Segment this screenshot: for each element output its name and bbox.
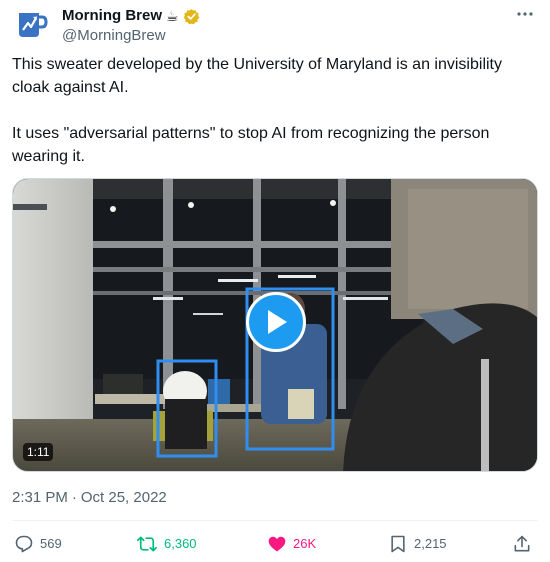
video-player[interactable]: 1:11 — [12, 178, 538, 472]
timestamp-separator: · — [71, 489, 77, 506]
tweet-text: This sweater developed by the University… — [12, 53, 532, 168]
gold-verified-badge-icon — [183, 8, 199, 24]
reply-count: 569 — [40, 536, 62, 551]
heart-filled-icon — [268, 536, 286, 552]
divider — [12, 520, 538, 521]
retweet-button[interactable]: 6,360 — [136, 532, 197, 556]
author-name-row[interactable]: Morning Brew ☕ — [62, 6, 200, 26]
tweet-header: Morning Brew ☕ @MorningBrew — [12, 4, 538, 48]
more-options-button[interactable] — [514, 4, 536, 24]
avatar[interactable] — [12, 4, 52, 44]
share-icon — [514, 535, 530, 552]
retweet-icon — [137, 536, 157, 552]
like-button[interactable]: 26K — [267, 532, 316, 556]
retweet-count: 6,360 — [164, 536, 197, 551]
author-display-name[interactable]: Morning Brew — [62, 6, 162, 26]
bookmark-icon — [391, 535, 405, 553]
tweet-timestamp[interactable]: 2:31 PM · Oct 25, 2022 — [12, 488, 167, 508]
tweet-paragraph: This sweater developed by the University… — [12, 56, 502, 96]
timestamp-time[interactable]: 2:31 PM — [12, 489, 68, 506]
like-count: 26K — [293, 536, 317, 551]
timestamp-date[interactable]: Oct 25, 2022 — [81, 489, 167, 506]
more-dots-icon — [517, 12, 533, 16]
reply-icon — [15, 535, 33, 553]
bookmark-button[interactable]: 2,215 — [388, 532, 447, 556]
tweet-paragraph: It uses "adversarial patterns" to stop A… — [12, 125, 490, 165]
play-button[interactable] — [246, 292, 306, 352]
action-bar: 569 6,360 26K 2,215 — [12, 532, 538, 556]
morning-brew-mug-logo-icon — [19, 13, 48, 37]
video-duration-badge: 1:11 — [23, 443, 54, 461]
coffee-emoji: ☕ — [166, 8, 179, 24]
reply-button[interactable]: 569 — [14, 532, 62, 556]
share-button[interactable] — [512, 532, 532, 556]
author-handle[interactable]: @MorningBrew — [62, 26, 166, 46]
play-icon — [268, 310, 287, 334]
bookmark-count: 2,215 — [414, 536, 447, 551]
